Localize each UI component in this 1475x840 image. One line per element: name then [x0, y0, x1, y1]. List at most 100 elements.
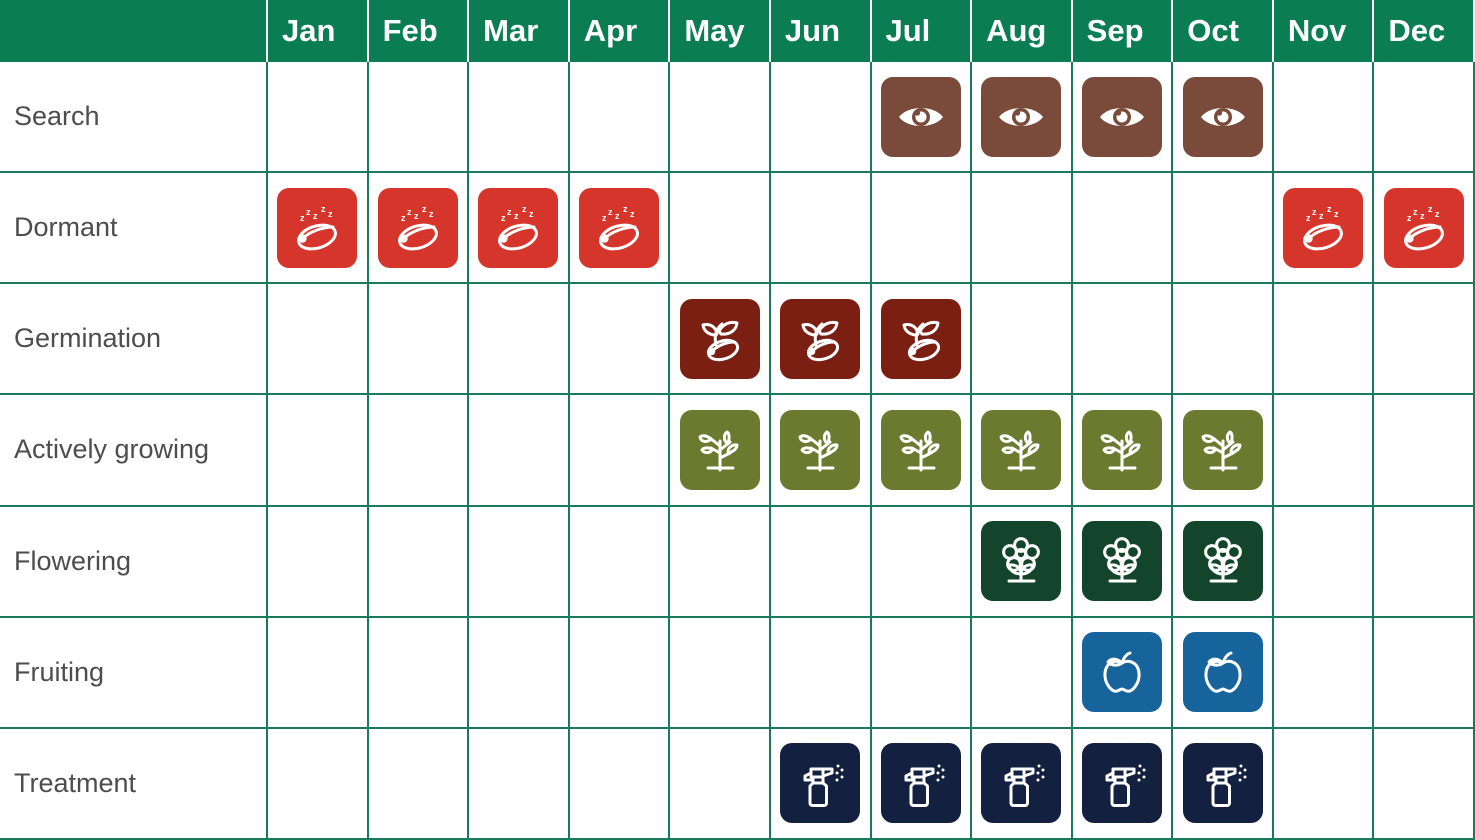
svg-text:z: z — [522, 204, 527, 214]
sleeping-seed-icon: zzzzz — [478, 187, 559, 268]
cell-fruiting-jun — [770, 617, 872, 729]
svg-text:z: z — [306, 207, 311, 217]
cell-actively-growing-jul — [871, 395, 973, 507]
cell-germination-feb — [368, 284, 470, 396]
cell-treatment-aug — [972, 728, 1073, 840]
spray-bottle-icon — [1182, 743, 1263, 824]
cell-germination-mar — [469, 284, 570, 396]
spray-bottle-icon — [981, 743, 1062, 824]
cell-fruiting-nov — [1273, 617, 1375, 729]
eye-icon — [1081, 76, 1162, 157]
svg-text:z: z — [1312, 207, 1317, 217]
cell-germination-aug — [972, 284, 1073, 396]
svg-text:z: z — [429, 209, 434, 219]
activity-calendar-grid: Jan Feb Mar Apr May Jun Jul Aug Sep Oct Nov Dec Sear… — [0, 0, 1475, 840]
cell-treatment-oct — [1173, 728, 1274, 840]
svg-text:z: z — [1420, 211, 1425, 221]
cell-actively-growing-may — [670, 395, 771, 507]
cell-dormant-oct — [1173, 173, 1274, 285]
seedling-plant-icon — [1182, 409, 1263, 490]
svg-text:z: z — [602, 213, 607, 223]
svg-text:z: z — [422, 204, 427, 214]
sprouting-seed-icon — [880, 298, 961, 379]
cell-treatment-may — [670, 728, 771, 840]
cell-dormant-aug — [972, 173, 1073, 285]
eye-icon — [1182, 76, 1263, 157]
sleeping-seed-icon: zzzzz — [377, 187, 458, 268]
column-header-jun: Jun — [770, 0, 872, 62]
sleeping-seed-icon: zzzzz — [277, 187, 358, 268]
cell-search-may — [670, 62, 771, 174]
svg-text:z: z — [615, 211, 620, 221]
row-label-flowering: Flowering — [0, 506, 268, 618]
svg-text:z: z — [1319, 211, 1324, 221]
cell-treatment-jan — [268, 728, 369, 840]
cell-search-oct — [1173, 62, 1274, 174]
cell-search-jun — [770, 62, 872, 174]
seedling-plant-icon — [679, 409, 760, 490]
column-header-jan: Jan — [268, 0, 369, 62]
cell-germination-jan — [268, 284, 369, 396]
cell-flowering-oct — [1173, 506, 1274, 618]
svg-text:z: z — [313, 211, 318, 221]
cell-flowering-jun — [770, 506, 872, 618]
svg-text:z: z — [1327, 204, 1332, 214]
column-header-may: May — [670, 0, 771, 62]
cell-flowering-aug — [972, 506, 1073, 618]
row-label-actively-growing: Actively growing — [0, 395, 268, 507]
cell-actively-growing-jun — [770, 395, 872, 507]
cell-treatment-mar — [469, 728, 570, 840]
seedling-plant-icon — [780, 409, 861, 490]
cell-dormant-jun — [770, 173, 872, 285]
cell-flowering-sep — [1072, 506, 1174, 618]
sprouting-seed-icon — [780, 298, 861, 379]
apple-fruit-icon — [1081, 632, 1162, 713]
spray-bottle-icon — [1081, 743, 1162, 824]
cell-germination-may — [670, 284, 771, 396]
cell-actively-growing-feb — [368, 395, 470, 507]
column-header-mar: Mar — [469, 0, 570, 62]
seedling-plant-icon — [1081, 409, 1162, 490]
spray-bottle-icon — [780, 743, 861, 824]
cell-fruiting-aug — [972, 617, 1073, 729]
cell-dormant-may — [670, 173, 771, 285]
cell-search-apr — [569, 62, 671, 174]
cell-dormant-jan: zzzzz — [268, 173, 369, 285]
column-header-nov: Nov — [1273, 0, 1375, 62]
seedling-plant-icon — [880, 409, 961, 490]
svg-text:z: z — [1435, 209, 1440, 219]
svg-text:z: z — [321, 204, 326, 214]
cell-germination-nov — [1273, 284, 1375, 396]
cell-fruiting-feb — [368, 617, 470, 729]
svg-text:z: z — [529, 209, 534, 219]
sleeping-seed-icon: zzzzz — [579, 187, 660, 268]
svg-text:z: z — [401, 213, 406, 223]
svg-text:z: z — [507, 207, 512, 217]
apple-fruit-icon — [1182, 632, 1263, 713]
cell-dormant-apr: zzzzz — [569, 173, 671, 285]
cell-actively-growing-apr — [569, 395, 671, 507]
svg-text:z: z — [1407, 213, 1412, 223]
column-header-dec: Dec — [1374, 0, 1475, 62]
row-label-treatment: Treatment — [0, 728, 268, 840]
cell-germination-jun — [770, 284, 872, 396]
cell-treatment-apr — [569, 728, 671, 840]
cell-search-dec — [1374, 62, 1475, 174]
cell-treatment-dec — [1374, 728, 1475, 840]
svg-text:z: z — [1413, 207, 1418, 217]
cell-flowering-dec — [1374, 506, 1475, 618]
cell-actively-growing-jan — [268, 395, 369, 507]
svg-text:z: z — [407, 207, 412, 217]
cell-dormant-mar: zzzzz — [469, 173, 570, 285]
cell-flowering-may — [670, 506, 771, 618]
header-corner-cell — [0, 0, 268, 62]
flower-icon — [1081, 521, 1162, 602]
svg-text:z: z — [514, 211, 519, 221]
eye-icon — [880, 76, 961, 157]
cell-dormant-dec: zzzzz — [1374, 173, 1475, 285]
cell-flowering-apr — [569, 506, 671, 618]
cell-treatment-sep — [1072, 728, 1174, 840]
column-header-apr: Apr — [569, 0, 671, 62]
cell-flowering-nov — [1273, 506, 1375, 618]
svg-text:z: z — [630, 209, 635, 219]
